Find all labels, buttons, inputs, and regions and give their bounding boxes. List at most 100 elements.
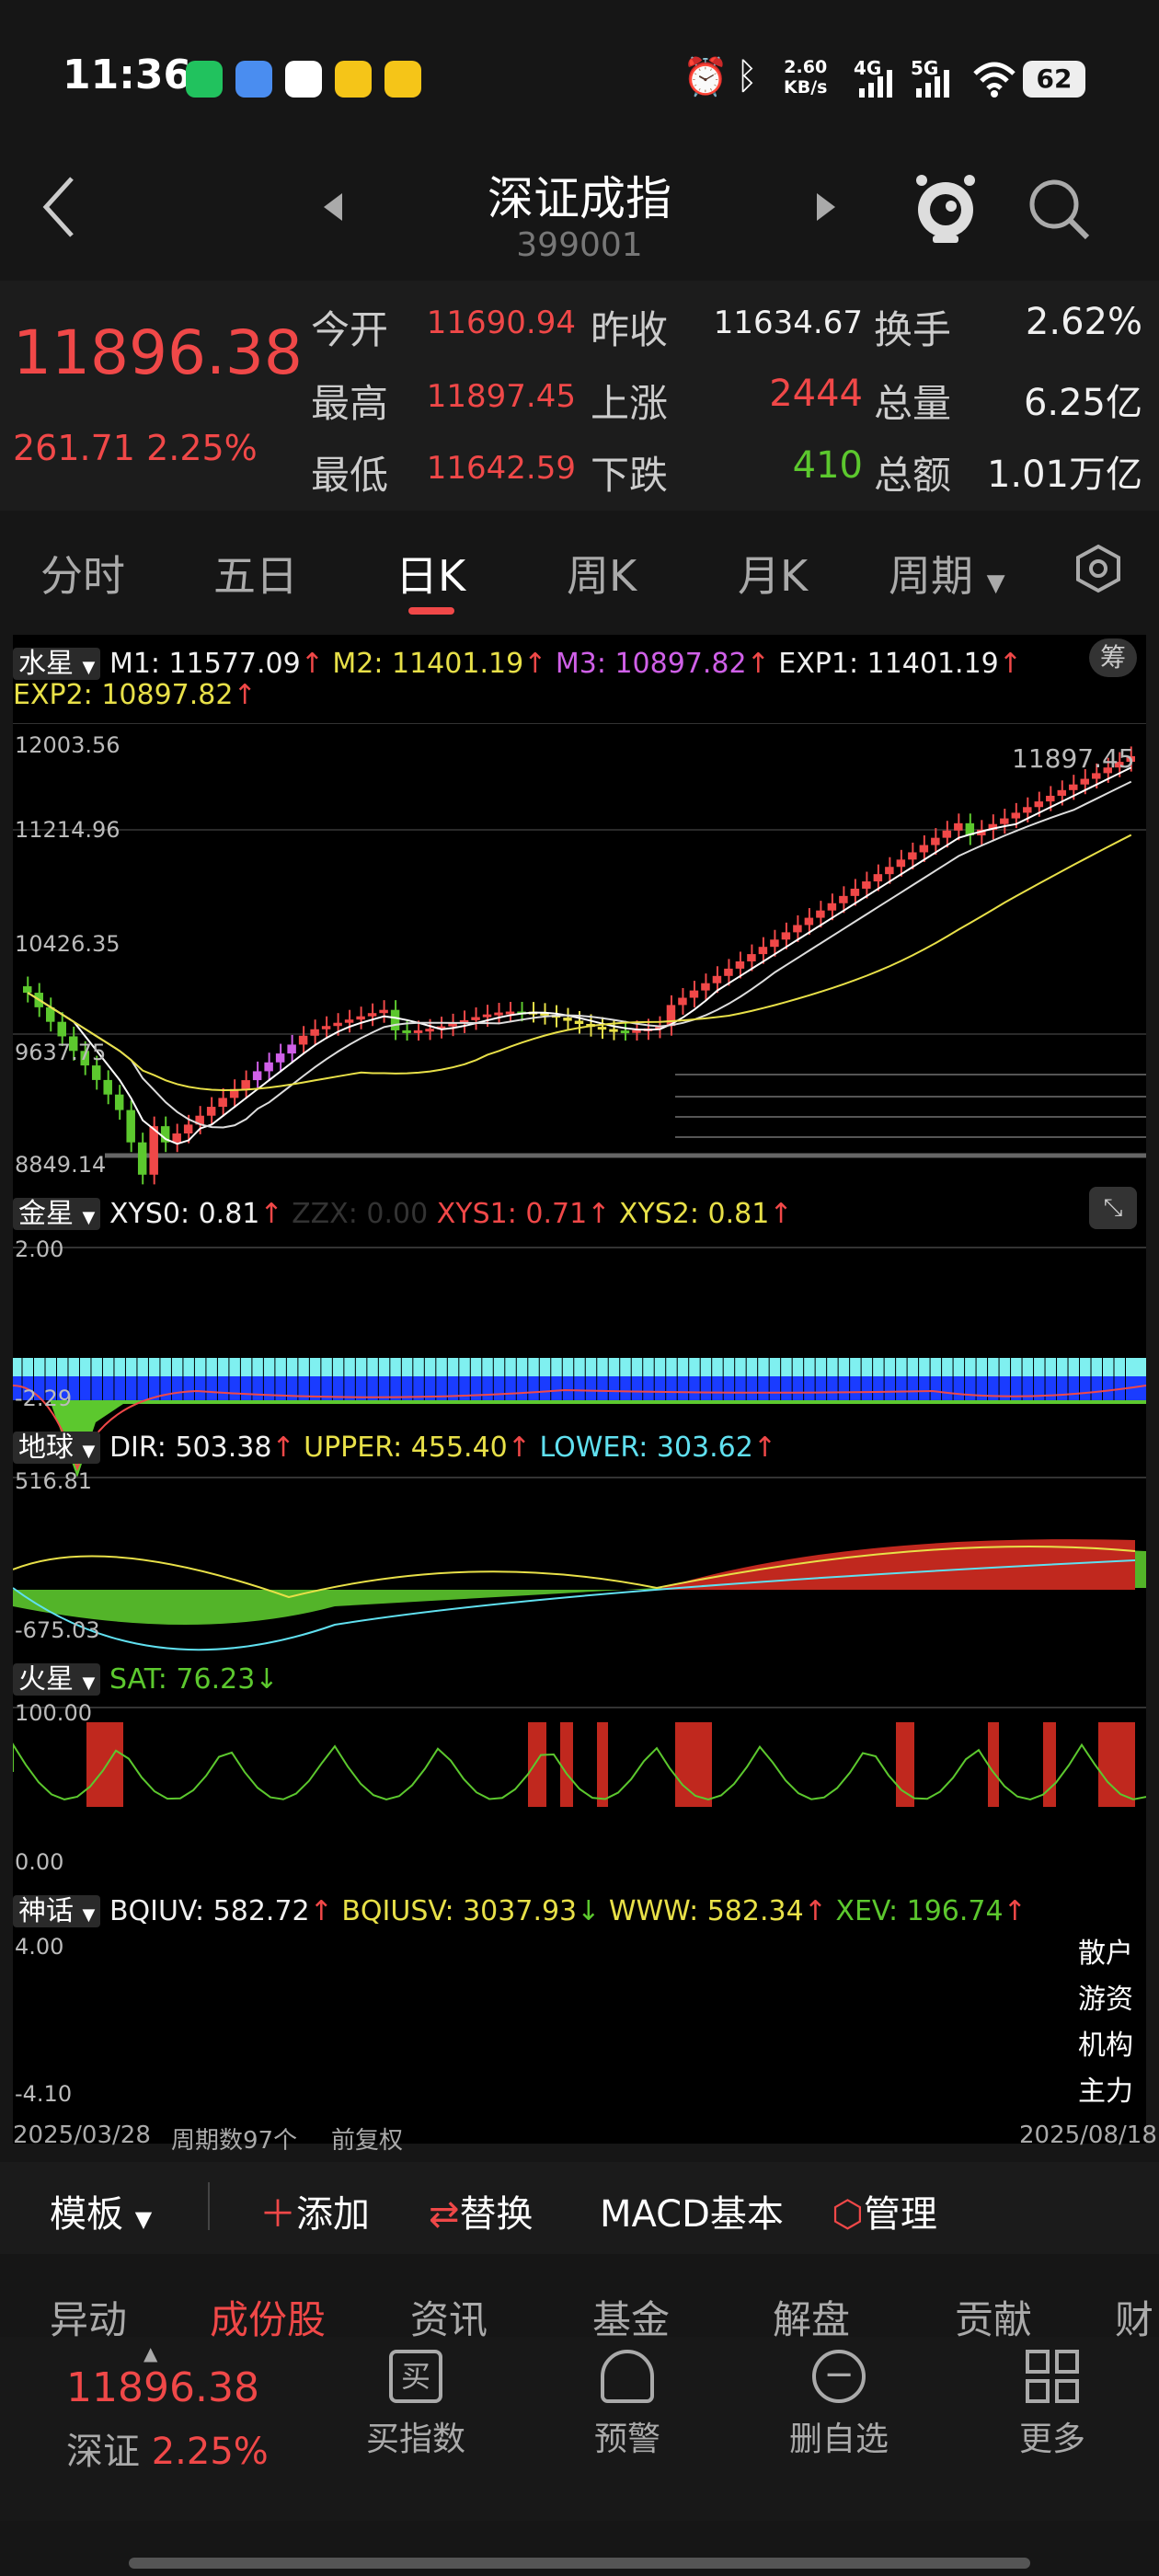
ind4-line: [13, 1742, 1146, 1801]
chip-distribution-button[interactable]: 筹: [1089, 638, 1137, 677]
high-value: 11897.45: [426, 378, 576, 415]
battery-indicator: 62: [1023, 61, 1085, 98]
ma-line-m3: [27, 834, 1132, 1091]
tab-finance[interactable]: 财: [1115, 2289, 1153, 2337]
add-button[interactable]: ＋添加: [259, 2184, 370, 2237]
main-indicator-selector[interactable]: 水星 ▼: [13, 648, 101, 680]
tab-constituents[interactable]: 成份股: [210, 2289, 326, 2337]
ind4-bar: [560, 1722, 573, 1807]
candle-body: [448, 1023, 457, 1027]
tab-period[interactable]: 周期 ▼: [889, 543, 1005, 604]
replace-button[interactable]: ⇄替换: [429, 2184, 534, 2237]
main-indicator-legend: 水星 ▼ M1: 11577.09↑ M2: 11401.19↑ M3: 108…: [13, 640, 1022, 681]
candle-body: [931, 837, 940, 845]
candle-body: [1011, 812, 1021, 819]
alert-button[interactable]: 预警: [535, 2350, 719, 2460]
more-button[interactable]: 更多: [960, 2350, 1144, 2460]
tab-intraday[interactable]: 分时: [40, 543, 125, 604]
tab-monthly-k[interactable]: 月K: [738, 543, 808, 604]
down-count: 410: [792, 444, 863, 487]
candle-body: [1080, 778, 1090, 785]
candle-body: [482, 1014, 492, 1018]
search-icon[interactable]: [1027, 177, 1093, 243]
signal-bars-icon: [859, 70, 949, 98]
candle-body: [873, 874, 883, 882]
candle-body: [850, 888, 860, 896]
candle-body: [137, 1142, 147, 1175]
end-date: 2025/08/18: [1019, 2122, 1157, 2149]
ind4-bar: [597, 1722, 608, 1807]
tab-movement[interactable]: 异动: [50, 2289, 127, 2337]
period-count: 周期数97个: [171, 2127, 298, 2155]
next-stock-icon[interactable]: [815, 191, 837, 223]
tab-five-day[interactable]: 五日: [213, 543, 298, 604]
tab-funds[interactable]: 基金: [592, 2289, 670, 2337]
ind3-y-top: 516.81: [15, 1468, 92, 1494]
period-tabs: 分时 五日 日K 周K 月K 周期 ▼: [0, 515, 1159, 626]
ind4-bar: [86, 1722, 123, 1807]
candle-body: [252, 1071, 262, 1081]
y-axis-2: 11214.96: [15, 817, 120, 843]
candle-body: [597, 1027, 607, 1030]
ind5-selector[interactable]: 神话 ▼: [13, 1895, 101, 1927]
plus-icon: ＋: [259, 2193, 296, 2236]
candle-body: [114, 1094, 124, 1110]
candle-body: [919, 845, 929, 853]
row-label-institution: 机构: [1078, 2030, 1133, 2062]
ind3-selector[interactable]: 地球 ▼: [13, 1432, 101, 1464]
settings-hex-icon[interactable]: [1073, 543, 1124, 594]
gesture-bar[interactable]: [129, 2558, 1030, 2569]
candle-body: [781, 932, 791, 940]
ind4-legend: 火星 ▼ SAT: 76.23↓: [13, 1656, 278, 1696]
caret-up-icon[interactable]: ▲: [143, 2342, 157, 2364]
buy-icon: 买: [389, 2350, 442, 2403]
candle-body: [816, 910, 825, 918]
bottom-price: 11896.38: [66, 2364, 259, 2411]
candle-body: [356, 1016, 365, 1020]
candle-body: [827, 903, 837, 911]
bottom-nav: ▲ 11896.38 深证 2.25% 买 买指数 预警 − 删自选 更多: [0, 2337, 1159, 2521]
manage-button[interactable]: ⬡管理: [832, 2184, 937, 2237]
ind2-legend: 金星 ▼ XYS0: 0.81↑ ZZX: 0.00 XYS1: 0.71↑ X…: [13, 1190, 792, 1231]
kline-chart: [13, 723, 1146, 1807]
tab-contribution[interactable]: 贡献: [955, 2289, 1032, 2337]
ind2-selector[interactable]: 金星 ▼: [13, 1198, 101, 1230]
candle-body: [206, 1107, 216, 1116]
candle-body: [310, 1029, 319, 1036]
candle-body: [367, 1013, 377, 1017]
candle-body: [1034, 801, 1044, 808]
ind4-bar: [528, 1722, 546, 1807]
app-white-icon: [285, 61, 322, 98]
wechat-icon: [186, 61, 223, 98]
tab-daily-k[interactable]: 日K: [396, 543, 465, 604]
ind2-y-top: 2.00: [15, 1236, 64, 1262]
macd-button[interactable]: MACD基本: [600, 2184, 784, 2237]
candle-body: [724, 968, 733, 976]
tab-analysis[interactable]: 解盘: [773, 2289, 850, 2337]
amount-value: 1.01万亿: [986, 454, 1142, 496]
candle-body: [241, 1080, 250, 1089]
expand-icon[interactable]: ⤡: [1089, 1187, 1137, 1229]
template-button[interactable]: 模板 ▼: [50, 2184, 152, 2237]
mascot-icon[interactable]: [911, 171, 981, 245]
remove-watchlist-button[interactable]: − 删自选: [747, 2350, 931, 2460]
max-price-label: 11897.45: [1012, 743, 1135, 774]
ind4-selector[interactable]: 火星 ▼: [13, 1663, 101, 1696]
candle-body: [298, 1035, 308, 1045]
indicator-toolbar: 模板 ▼ ＋添加 ⇄替换 MACD基本 ⬡管理: [0, 2162, 1159, 2254]
candle-body: [954, 822, 963, 831]
grid-icon: [1026, 2350, 1079, 2403]
ind2-y-bottom: -2.29: [15, 1386, 73, 1411]
meituan-icon: [335, 61, 372, 98]
candle-body: [91, 1065, 101, 1080]
candle-body: [574, 1020, 584, 1025]
candle-body: [1000, 818, 1009, 824]
main-indicator-legend-2: EXP2: 10897.82↑: [13, 679, 257, 711]
status-time: 11:36: [63, 52, 192, 98]
ind5-y-top: 4.00: [15, 1934, 64, 1960]
buy-index-button[interactable]: 买 买指数: [324, 2350, 508, 2460]
candle-body: [862, 881, 871, 889]
tab-news[interactable]: 资讯: [410, 2289, 488, 2337]
toolbar-divider: [208, 2182, 210, 2230]
tab-weekly-k[interactable]: 周K: [567, 543, 637, 604]
